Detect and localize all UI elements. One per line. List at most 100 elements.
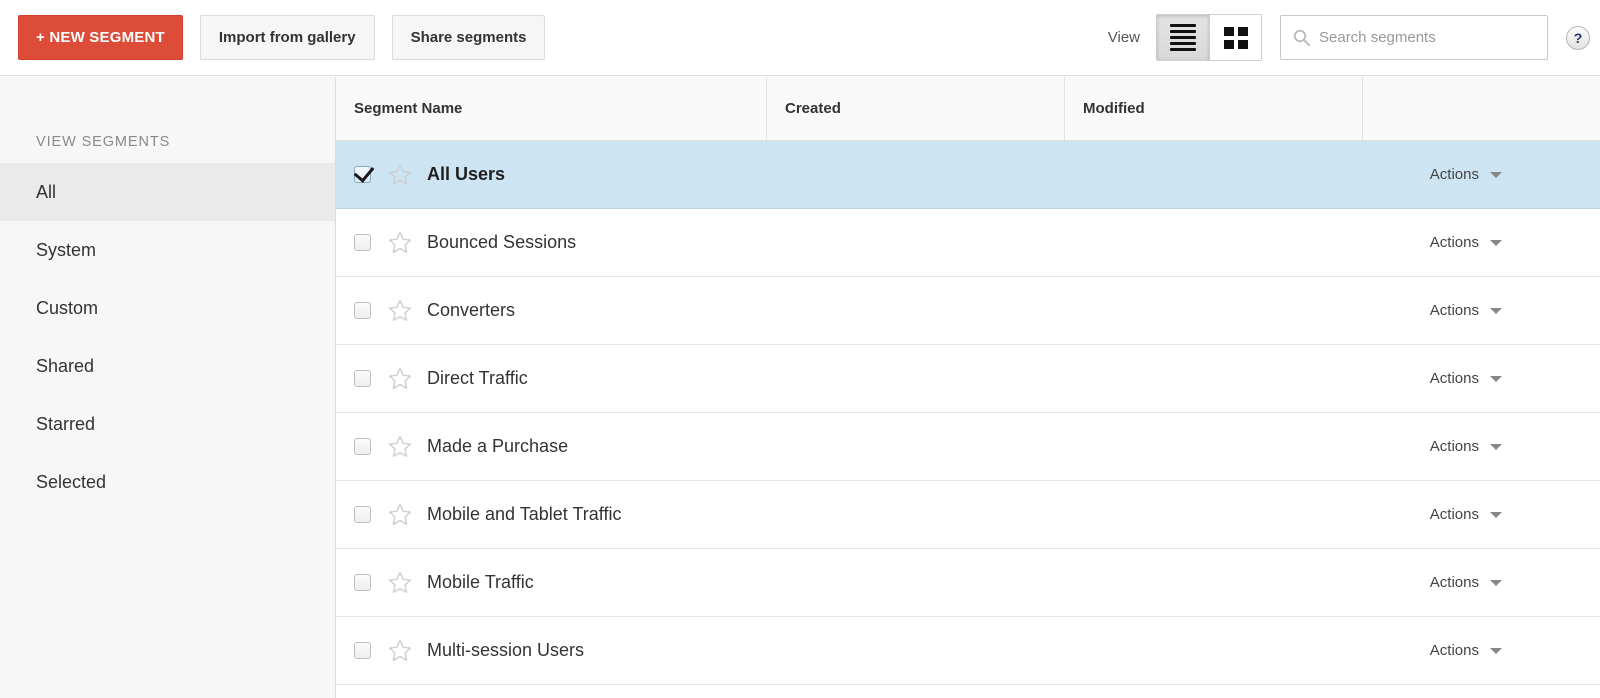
sidebar-item-label: Shared [36, 355, 95, 376]
star-icon[interactable] [388, 639, 412, 662]
segment-name-cell: Converters [336, 299, 1364, 322]
row-checkbox[interactable] [354, 506, 371, 523]
sidebar-item-custom[interactable]: Custom [0, 279, 335, 337]
star-icon[interactable] [388, 367, 412, 390]
segment-name-label: Bounced Sessions [427, 232, 577, 252]
segment-name-label: Mobile and Tablet Traffic [427, 504, 622, 524]
table-row[interactable]: Converters Actions [336, 277, 1600, 345]
share-segments-button[interactable]: Share segments [391, 15, 546, 60]
star-icon[interactable] [388, 571, 412, 594]
star-icon[interactable] [388, 163, 412, 186]
segment-name-label: Mobile Traffic [427, 572, 534, 592]
top-toolbar: + NEW SEGMENT Import from gallery Share … [0, 0, 1600, 76]
table-row[interactable]: Mobile and Tablet Traffic Actions [336, 481, 1600, 549]
segment-name-label: Direct Traffic [427, 368, 528, 388]
star-icon[interactable] [388, 299, 412, 322]
sidebar-heading: VIEW SEGMENTS [36, 134, 171, 150]
segment-name-cell: Made a Purchase [336, 435, 1364, 458]
new-segment-button[interactable]: + NEW SEGMENT [18, 15, 183, 60]
sidebar: VIEW SEGMENTS All System Custom Shared S… [0, 77, 336, 698]
segment-name-cell: Bounced Sessions [336, 231, 1364, 254]
actions-dropdown[interactable]: Actions [1364, 166, 1600, 183]
row-checkbox[interactable] [354, 302, 371, 319]
sidebar-item-label: All [36, 181, 57, 202]
list-view-toggle[interactable] [1157, 15, 1209, 60]
row-checkbox[interactable] [354, 438, 371, 455]
sidebar-item-selected[interactable]: Selected [0, 453, 335, 511]
chevron-down-icon [1490, 647, 1502, 654]
segment-name-cell: Multi-session Users [336, 639, 1364, 662]
table-body: All Users Actions Bounced Sessions Actions C… [336, 141, 1600, 685]
row-checkbox[interactable] [354, 234, 371, 251]
sidebar-item-label: Starred [36, 413, 96, 434]
actions-label: Actions [1429, 574, 1479, 591]
row-checkbox[interactable] [354, 574, 371, 591]
chevron-down-icon [1490, 375, 1502, 382]
sidebar-item-shared[interactable]: Shared [0, 337, 335, 395]
segment-name-label: Made a Purchase [427, 436, 569, 456]
chevron-down-icon [1490, 511, 1502, 518]
table-row[interactable]: Mobile Traffic Actions [336, 549, 1600, 617]
toolbar-right-group: View ? [1108, 14, 1600, 61]
actions-dropdown[interactable]: Actions [1364, 506, 1600, 523]
grid-view-icon [1223, 26, 1248, 49]
actions-dropdown[interactable]: Actions [1364, 642, 1600, 659]
table-row[interactable]: All Users Actions [336, 141, 1600, 209]
actions-label: Actions [1429, 234, 1479, 251]
table-row[interactable]: Bounced Sessions Actions [336, 209, 1600, 277]
sidebar-item-system[interactable]: System [0, 221, 335, 279]
segment-name-cell: Mobile Traffic [336, 571, 1364, 594]
actions-dropdown[interactable]: Actions [1364, 302, 1600, 319]
sidebar-item-label: Selected [36, 471, 107, 492]
column-header-created[interactable]: Created [766, 77, 1064, 140]
sidebar-item-starred[interactable]: Starred [0, 395, 335, 453]
segment-name-cell: All Users [336, 163, 1364, 186]
row-checkbox[interactable] [354, 166, 371, 183]
grid-view-toggle[interactable] [1209, 15, 1261, 60]
row-checkbox[interactable] [354, 370, 371, 387]
table-header-row: Segment Name Created Modified [336, 77, 1600, 141]
segment-name-label: All Users [427, 164, 506, 184]
toolbar-left-group: + NEW SEGMENT Import from gallery Share … [0, 15, 546, 60]
table-row[interactable]: Direct Traffic Actions [336, 345, 1600, 413]
column-header-modified[interactable]: Modified [1064, 77, 1362, 140]
segment-name-label: Converters [427, 300, 516, 320]
segment-name-label: Multi-session Users [427, 640, 585, 660]
star-icon[interactable] [388, 503, 412, 526]
search-box[interactable] [1280, 15, 1548, 60]
chevron-down-icon [1490, 239, 1502, 246]
search-input[interactable] [1319, 29, 1537, 46]
sidebar-item-label: System [36, 239, 97, 260]
segment-name-cell: Direct Traffic [336, 367, 1364, 390]
actions-dropdown[interactable]: Actions [1364, 574, 1600, 591]
list-view-icon [1170, 24, 1196, 51]
actions-label: Actions [1429, 642, 1479, 659]
segments-table: Segment Name Created Modified All Users A… [336, 77, 1600, 698]
actions-dropdown[interactable]: Actions [1364, 234, 1600, 251]
row-checkbox[interactable] [354, 642, 371, 659]
sidebar-item-label: Custom [36, 297, 99, 318]
sidebar-item-all[interactable]: All [0, 163, 335, 221]
search-icon [1293, 29, 1310, 46]
chevron-down-icon [1490, 307, 1502, 314]
actions-label: Actions [1429, 302, 1479, 319]
chevron-down-icon [1490, 171, 1502, 178]
star-icon[interactable] [388, 231, 412, 254]
actions-dropdown[interactable]: Actions [1364, 370, 1600, 387]
table-row[interactable]: Multi-session Users Actions [336, 617, 1600, 685]
help-icon[interactable]: ? [1566, 25, 1590, 50]
star-icon[interactable] [388, 435, 412, 458]
column-header-actions [1362, 77, 1600, 140]
actions-dropdown[interactable]: Actions [1364, 438, 1600, 455]
actions-label: Actions [1429, 506, 1479, 523]
view-toggle-group [1156, 14, 1262, 61]
view-label: View [1107, 29, 1140, 46]
actions-label: Actions [1429, 370, 1479, 387]
import-from-gallery-button[interactable]: Import from gallery [199, 15, 375, 60]
actions-label: Actions [1429, 438, 1479, 455]
column-header-segment-name[interactable]: Segment Name [336, 77, 766, 140]
table-row[interactable]: Made a Purchase Actions [336, 413, 1600, 481]
chevron-down-icon [1490, 443, 1502, 450]
chevron-down-icon [1490, 579, 1502, 586]
actions-label: Actions [1429, 166, 1479, 183]
